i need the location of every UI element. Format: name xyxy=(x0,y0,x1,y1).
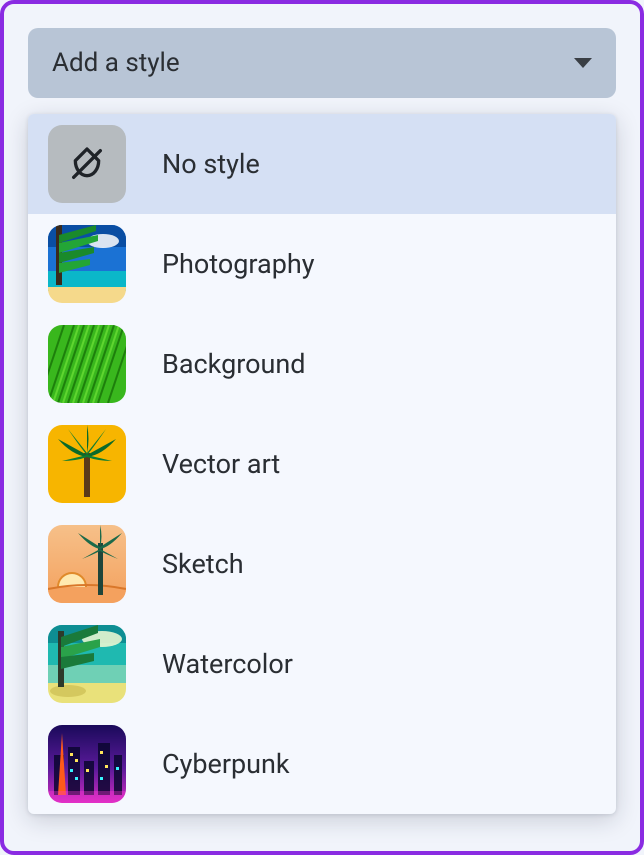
style-option-label: Background xyxy=(162,348,306,380)
style-option-background[interactable]: Background xyxy=(28,314,616,414)
style-option-label: Watercolor xyxy=(162,648,293,680)
background-thumbnail xyxy=(48,325,126,403)
style-dropdown-panel: No style Photography xyxy=(28,114,616,814)
watercolor-thumbnail xyxy=(48,625,126,703)
vector-art-thumbnail xyxy=(48,425,126,503)
style-option-label: Photography xyxy=(162,248,315,280)
style-option-no-style[interactable]: No style xyxy=(28,114,616,214)
style-option-label: Sketch xyxy=(162,548,244,580)
style-option-label: Cyberpunk xyxy=(162,748,290,780)
style-option-vector-art[interactable]: Vector art xyxy=(28,414,616,514)
style-dropdown-trigger[interactable]: Add a style xyxy=(28,28,616,98)
caret-down-icon xyxy=(574,58,592,68)
style-option-watercolor[interactable]: Watercolor xyxy=(28,614,616,714)
style-option-sketch[interactable]: Sketch xyxy=(28,514,616,614)
style-option-label: Vector art xyxy=(162,448,280,480)
sketch-thumbnail xyxy=(48,525,126,603)
style-option-label: No style xyxy=(162,148,260,180)
style-option-cyberpunk[interactable]: Cyberpunk xyxy=(28,714,616,814)
style-option-photography[interactable]: Photography xyxy=(28,214,616,314)
no-style-icon xyxy=(48,125,126,203)
photography-thumbnail xyxy=(48,225,126,303)
style-dropdown-placeholder: Add a style xyxy=(52,48,180,78)
cyberpunk-thumbnail xyxy=(48,725,126,803)
